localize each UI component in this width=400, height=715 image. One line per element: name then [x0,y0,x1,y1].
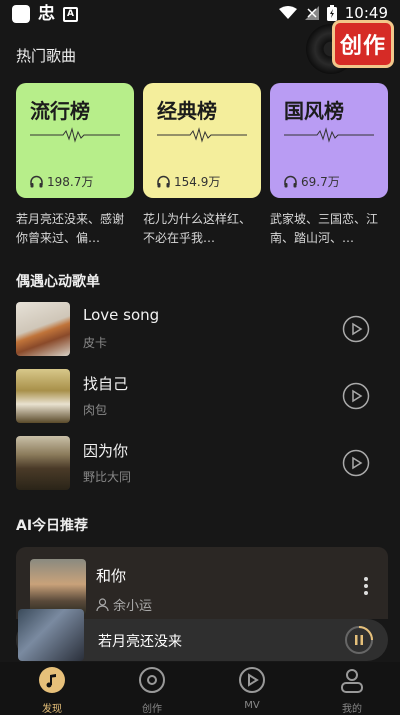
player-song-title: 若月亮还没来 [98,634,182,650]
song-title: 因为你 [83,442,129,460]
nav-create[interactable]: 创作 [122,666,182,715]
chart-name: 经典榜 [157,99,217,123]
play-count: 69.7万 [301,175,340,189]
play-button-icon[interactable] [342,315,370,343]
waveform-icon [284,127,374,143]
song-artist: 肉包 [83,403,108,417]
song-cover [16,369,70,423]
nav-label: 创作 [142,704,162,715]
player-cover [18,609,84,661]
chart-card-guofeng[interactable]: 国风榜 69.7万 [270,83,388,198]
waveform-icon [30,127,120,143]
create-floating-button[interactable]: 创作 [306,18,396,78]
song-title: 和你 [96,567,127,585]
chart-desc: 若月亮还没来、感谢你曾来过、偏… [16,212,125,245]
list-item[interactable]: Love song 皮卡 [16,302,386,356]
waveform-icon [157,127,247,143]
chart-desc: 武家坡、三国恋、江南、踏山河、… [270,212,379,245]
nav-mine[interactable]: 我的 [322,666,382,715]
video-play-icon [239,667,265,693]
create-button-label: 创作 [332,20,394,68]
chart-desc: 花儿为什么这样红、不必在乎我… [143,212,252,245]
chart-card-classic[interactable]: 经典榜 154.9万 [143,83,261,198]
play-count: 154.9万 [174,175,221,189]
heart-playlist-title: 偶遇心动歌单 [16,274,100,290]
music-note-icon [39,667,65,693]
song-cover [30,559,86,615]
ai-recommend-title: AI今日推荐 [16,518,89,534]
headphones-icon [157,175,170,188]
disc-icon [139,667,165,693]
app-notification-icon [12,5,30,23]
play-count: 198.7万 [47,175,94,189]
more-options-icon[interactable] [364,577,368,598]
nav-discover[interactable]: 发现 [22,666,82,715]
song-artist: 余小运 [113,599,153,614]
nav-label: 我的 [342,704,362,715]
nav-label: 发现 [42,704,62,715]
list-item[interactable]: 因为你 野比大同 [16,436,386,490]
song-cover [16,302,70,356]
pause-icon[interactable] [344,625,374,655]
song-title: Love song [83,306,160,324]
person-icon [341,669,363,693]
chart-name: 国风榜 [284,99,344,123]
chart-name: 流行榜 [30,99,90,123]
nav-label: MV [244,700,260,711]
headphones-icon [30,175,43,188]
play-button-icon[interactable] [342,382,370,410]
notification-icon: 忠 [38,4,55,24]
mini-player[interactable]: 若月亮还没来 [16,609,388,661]
hot-songs-title: 热门歌曲 [16,47,77,65]
song-title: 找自己 [83,375,129,393]
a-notification-icon: A [63,6,78,22]
play-button-icon[interactable] [342,449,370,477]
user-icon [96,598,109,611]
song-artist: 野比大同 [83,470,132,484]
headphones-icon [284,175,297,188]
bottom-nav: 发现 创作 MV 我的 [0,662,400,715]
song-cover [16,436,70,490]
song-artist: 皮卡 [83,336,108,350]
nav-mv[interactable]: MV [222,666,282,711]
wifi-icon [278,6,297,19]
list-item[interactable]: 找自己 肉包 [16,369,386,423]
chart-card-pop[interactable]: 流行榜 198.7万 [16,83,134,198]
